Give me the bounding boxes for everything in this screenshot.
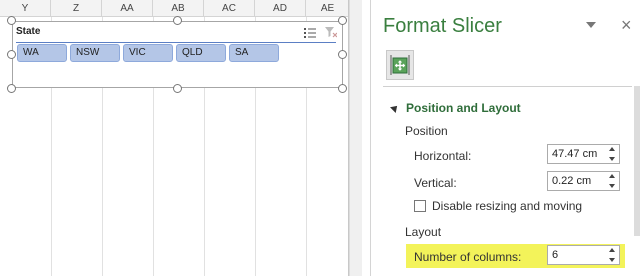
spin-up-icon[interactable]: [609, 147, 615, 151]
disable-resize-checkbox[interactable]: [414, 200, 426, 212]
section-title: Position and Layout: [406, 101, 521, 115]
slicer-item-vic[interactable]: VIC: [123, 44, 173, 62]
slicer-title: State: [16, 26, 41, 37]
section-position-and-layout[interactable]: Position and Layout: [390, 101, 521, 115]
spinner-arrows: [607, 174, 617, 188]
resize-handle-bottom[interactable]: [173, 84, 182, 93]
layout-heading: Layout: [405, 225, 442, 239]
resize-handle-right[interactable]: [338, 50, 347, 59]
horizontal-label: Horizontal:: [414, 149, 472, 163]
column-header-ab[interactable]: AB: [153, 0, 204, 17]
resize-handle-bottom-right[interactable]: [338, 84, 347, 93]
slicer-item-sa[interactable]: SA: [229, 44, 279, 62]
horizontal-input[interactable]: [548, 145, 606, 163]
collapse-triangle-icon: [390, 103, 400, 113]
spin-down-icon[interactable]: [609, 258, 615, 262]
column-header-z[interactable]: Z: [51, 0, 102, 17]
resize-handle-top-right[interactable]: [338, 16, 347, 25]
disable-resize-option[interactable]: Disable resizing and moving: [414, 199, 582, 213]
horizontal-spinner[interactable]: [547, 144, 620, 164]
size-properties-icon: [390, 55, 410, 75]
column-header-ad[interactable]: AD: [255, 0, 306, 17]
slicer-header-divider: [16, 42, 336, 43]
chevron-down-icon[interactable]: [584, 19, 598, 31]
spin-down-icon[interactable]: [609, 157, 615, 161]
pane-vertical-scrollbar[interactable]: [634, 86, 640, 236]
column-header-bar: Y Z AA AB AC AD AE: [0, 0, 362, 17]
column-header-ae[interactable]: AE: [306, 0, 349, 17]
state-slicer[interactable]: State WA NSW VIC QLD SA: [12, 21, 343, 88]
column-header-y[interactable]: Y: [0, 0, 51, 17]
column-header-ac[interactable]: AC: [204, 0, 255, 17]
multi-select-icon[interactable]: [304, 27, 316, 38]
vertical-label: Vertical:: [414, 176, 457, 190]
position-heading: Position: [405, 124, 448, 138]
resize-handle-bottom-left[interactable]: [7, 84, 16, 93]
slicer-item-qld[interactable]: QLD: [176, 44, 226, 62]
disable-resize-label: Disable resizing and moving: [432, 199, 583, 213]
vertical-spinner[interactable]: [547, 171, 620, 191]
spin-up-icon[interactable]: [609, 174, 615, 178]
sheet-vertical-scrollbar[interactable]: [349, 0, 362, 276]
size-properties-tab[interactable]: [386, 50, 414, 80]
spinner-arrows: [607, 147, 617, 161]
resize-handle-top[interactable]: [173, 16, 182, 25]
pane-divider: [383, 86, 632, 87]
columns-spinner[interactable]: [547, 245, 620, 265]
pane-title: Format Slicer: [383, 15, 502, 37]
spinner-arrows: [607, 248, 617, 262]
slicer-item-nsw[interactable]: NSW: [70, 44, 120, 62]
spin-up-icon[interactable]: [609, 248, 615, 252]
close-icon[interactable]: ×: [621, 15, 632, 35]
column-header-aa[interactable]: AA: [102, 0, 153, 17]
worksheet-area[interactable]: Y Z AA AB AC AD AE State WA NSW VIC QLD …: [0, 0, 362, 276]
slicer-item-wa[interactable]: WA: [17, 44, 67, 62]
resize-handle-left[interactable]: [7, 50, 16, 59]
columns-label: Number of columns:: [414, 250, 522, 264]
slicer-items: WA NSW VIC QLD SA: [17, 44, 279, 62]
clear-filter-icon[interactable]: [325, 27, 337, 38]
vertical-input[interactable]: [548, 172, 606, 190]
spin-down-icon[interactable]: [609, 184, 615, 188]
columns-input[interactable]: [548, 246, 606, 264]
resize-handle-top-left[interactable]: [7, 16, 16, 25]
format-slicer-pane: Format Slicer × Position and Layout Posi…: [370, 0, 640, 276]
